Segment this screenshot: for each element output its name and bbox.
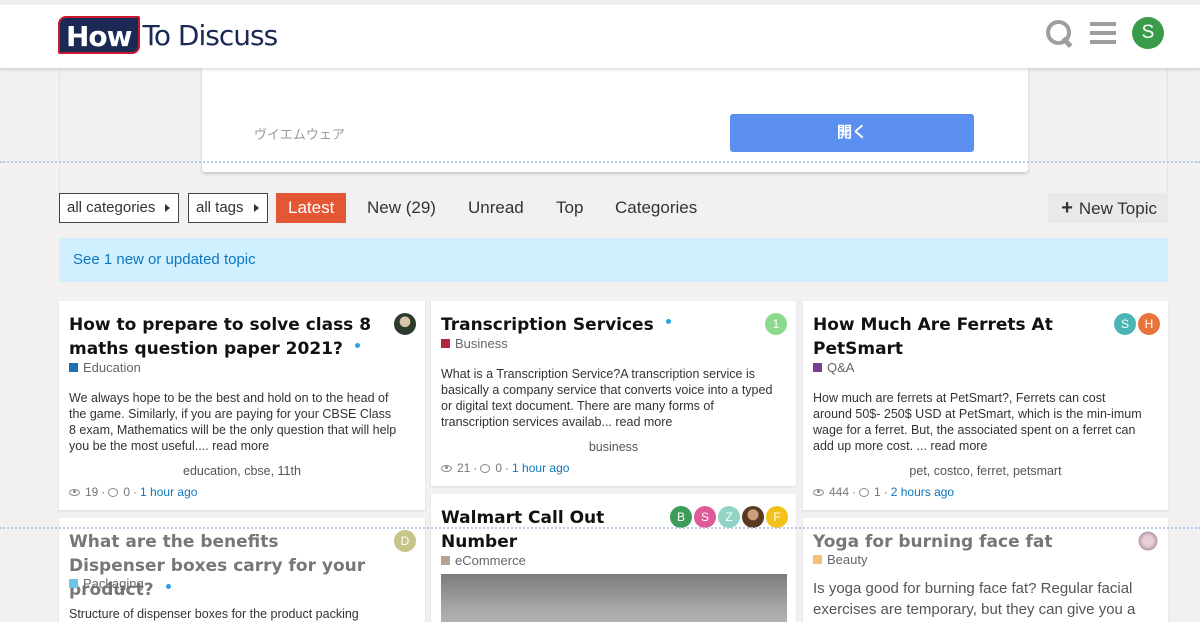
topic-meta: 19 · 0 · 1 hour ago xyxy=(69,485,197,499)
category-color-icon xyxy=(813,363,822,372)
topic-nav: all categories all tags Latest New (29) … xyxy=(59,193,1168,223)
activity-time[interactable]: 2 hours ago xyxy=(891,485,954,499)
avatar[interactable] xyxy=(742,506,764,528)
read-more-link[interactable]: read more xyxy=(615,415,672,429)
category-badge[interactable]: Q&A xyxy=(813,360,854,375)
topic-title[interactable]: What are the benefits Dispenser boxes ca… xyxy=(69,530,379,602)
activity-time[interactable]: 1 hour ago xyxy=(512,461,569,475)
new-topic-button[interactable]: + New Topic xyxy=(1048,193,1168,223)
categories-dropdown[interactable]: all categories xyxy=(59,193,179,223)
topic-excerpt: Structure of dispenser boxes for the pro… xyxy=(69,607,359,621)
topic-excerpt: What is a Transcription Service?A transc… xyxy=(441,367,773,429)
avatar[interactable]: Z xyxy=(718,506,740,528)
new-topics-alert[interactable]: See 1 new or updated topic xyxy=(59,238,1168,282)
topic-excerpt: How much are ferrets at PetSmart?, Ferre… xyxy=(813,391,1142,453)
replies-icon xyxy=(859,487,870,497)
ad-container: ヴイエムウェア 開く xyxy=(59,68,1168,193)
category-color-icon xyxy=(69,579,78,588)
poster-avatars: D xyxy=(394,530,416,552)
topic-title[interactable]: Transcription Services xyxy=(441,313,741,337)
site-header: How To Discuss S xyxy=(0,0,1200,68)
avatar[interactable] xyxy=(1137,530,1159,552)
search-icon[interactable] xyxy=(1044,18,1074,48)
new-topic-label: New Topic xyxy=(1078,199,1157,218)
category-badge[interactable]: Packaging xyxy=(69,576,144,591)
avatar[interactable]: 1 xyxy=(765,313,787,335)
logo-how: How xyxy=(58,16,140,54)
activity-time[interactable]: 1 hour ago xyxy=(140,485,197,499)
views-icon xyxy=(813,488,824,496)
topic-card[interactable]: How Much Are Ferrets At PetSmart S H Q&A… xyxy=(803,301,1168,510)
tab-top[interactable]: Top xyxy=(556,193,583,223)
ad-banner[interactable]: ヴイエムウェア 開く xyxy=(202,68,1028,172)
topic-tags[interactable]: pet, costco, ferret, petsmart xyxy=(803,464,1168,478)
tab-unread[interactable]: Unread xyxy=(468,193,524,223)
header-icons: S xyxy=(1044,17,1164,49)
category-badge[interactable]: Business xyxy=(441,336,508,351)
tab-categories[interactable]: Categories xyxy=(615,193,697,223)
tab-latest[interactable]: Latest xyxy=(276,193,347,223)
topic-title[interactable]: How Much Are Ferrets At PetSmart xyxy=(813,313,1103,361)
site-logo[interactable]: How To Discuss xyxy=(58,15,279,55)
category-badge[interactable]: Beauty xyxy=(813,552,867,567)
topic-excerpt: We always hope to be the best and hold o… xyxy=(69,391,397,453)
avatar[interactable]: F xyxy=(766,506,788,528)
topic-card[interactable]: What are the benefits Dispenser boxes ca… xyxy=(59,518,425,622)
topic-title[interactable]: How to prepare to solve class 8 maths qu… xyxy=(69,313,379,361)
category-color-icon xyxy=(69,363,78,372)
avatar[interactable]: D xyxy=(394,530,416,552)
topic-meta: 21 · 0 · 1 hour ago xyxy=(441,461,569,475)
avatar[interactable]: S xyxy=(694,506,716,528)
topic-card[interactable]: Yoga for burning face fat Beauty Is yoga… xyxy=(803,518,1168,622)
unread-dot-icon xyxy=(665,318,671,324)
topic-thumbnail-image[interactable] xyxy=(441,574,787,622)
tags-dropdown[interactable]: all tags xyxy=(188,193,268,223)
user-avatar[interactable]: S xyxy=(1132,17,1164,49)
views-icon xyxy=(441,464,452,472)
read-more-link[interactable]: read more xyxy=(930,439,987,453)
views-icon xyxy=(69,488,80,496)
poster-avatars: B S Z F xyxy=(670,506,788,528)
topic-card[interactable]: How to prepare to solve class 8 maths qu… xyxy=(59,301,425,510)
topic-card[interactable]: Transcription Services 1 Business What i… xyxy=(431,301,796,486)
topic-card[interactable]: Walmart Call Out Number B S Z F eCommerc… xyxy=(431,494,796,622)
unread-dot-icon xyxy=(165,583,171,589)
poster-avatars: 1 xyxy=(765,313,787,335)
category-badge[interactable]: eCommerce xyxy=(441,553,526,568)
replies-icon xyxy=(480,463,491,473)
topic-tags[interactable]: business xyxy=(431,440,796,454)
topic-title[interactable]: Yoga for burning face fat xyxy=(813,530,1103,554)
category-color-icon xyxy=(441,556,450,565)
ad-open-button[interactable]: 開く xyxy=(730,114,974,152)
poster-avatars xyxy=(1137,530,1159,552)
avatar[interactable] xyxy=(394,313,416,335)
poster-avatars: S H xyxy=(1114,313,1160,335)
topic-meta: 444 · 1 · 2 hours ago xyxy=(813,485,954,499)
unread-dot-icon xyxy=(354,342,360,348)
avatar[interactable]: H xyxy=(1138,313,1160,335)
plus-icon: + xyxy=(1061,197,1073,219)
avatar[interactable]: B xyxy=(670,506,692,528)
ad-label: ヴイエムウェア xyxy=(254,127,345,142)
topic-tags[interactable]: education, cbse, 11th xyxy=(59,464,425,478)
dotted-divider xyxy=(0,527,1200,529)
category-badge[interactable]: Education xyxy=(69,360,141,375)
replies-icon xyxy=(108,487,119,497)
category-color-icon xyxy=(441,339,450,348)
topic-excerpt: Is yoga good for burning face fat? Regul… xyxy=(813,580,1136,618)
tab-new[interactable]: New (29) xyxy=(367,193,436,223)
category-color-icon xyxy=(813,555,822,564)
topic-title[interactable]: Walmart Call Out Number xyxy=(441,506,641,554)
dotted-divider xyxy=(0,161,1200,163)
avatar[interactable]: S xyxy=(1114,313,1136,335)
logo-rest: To Discuss xyxy=(142,18,279,52)
read-more-link[interactable]: read more xyxy=(212,439,269,453)
poster-avatars xyxy=(394,313,416,335)
hamburger-menu-icon[interactable] xyxy=(1090,22,1116,44)
